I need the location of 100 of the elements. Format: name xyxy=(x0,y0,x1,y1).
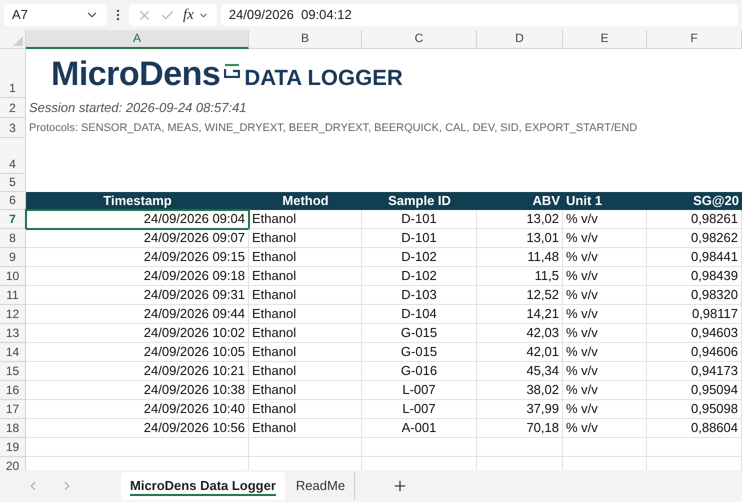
column-header[interactable]: F xyxy=(647,30,742,49)
table-cell: Ethanol xyxy=(249,419,362,438)
table-cell: % v/v xyxy=(563,286,647,305)
table-cell: Ethanol xyxy=(249,324,362,343)
table-cell: A-001 xyxy=(362,419,477,438)
table-header: Unit 1 xyxy=(563,192,647,210)
table-cell: 24/09/2026 09:15 xyxy=(26,248,249,267)
table-header: Method xyxy=(249,192,362,210)
table-cell: 38,02 xyxy=(477,381,563,400)
table-cell: 24/09/2026 09:07 xyxy=(26,229,249,248)
table-cell: 24/09/2026 10:56 xyxy=(26,419,249,438)
table-cell: % v/v xyxy=(563,381,647,400)
table-cell: % v/v xyxy=(563,248,647,267)
empty-cell[interactable] xyxy=(249,438,362,457)
column-header[interactable]: C xyxy=(362,30,477,49)
formula-field[interactable]: 24/09/2026 09:04:12 xyxy=(220,4,738,26)
table-cell: % v/v xyxy=(563,305,647,324)
table-cell: Ethanol xyxy=(249,400,362,419)
table-cell: % v/v xyxy=(563,400,647,419)
table-cell: 0,98261 xyxy=(647,210,742,229)
table-cell: % v/v xyxy=(563,229,647,248)
table-cell: 0,98441 xyxy=(647,248,742,267)
table-cell: 0,95098 xyxy=(647,400,742,419)
table-cell: 0,98117 xyxy=(647,305,742,324)
table-cell: 70,18 xyxy=(477,419,563,438)
table-cell: 0,95094 xyxy=(647,381,742,400)
table-cell: Ethanol xyxy=(249,381,362,400)
column-header[interactable]: D xyxy=(477,30,563,49)
table-cell: G-015 xyxy=(362,343,477,362)
select-all-icon[interactable] xyxy=(13,36,23,46)
table-cell: 0,94603 xyxy=(647,324,742,343)
table-cell: D-103 xyxy=(362,286,477,305)
table-cell: % v/v xyxy=(563,324,647,343)
table-cell: 13,01 xyxy=(477,229,563,248)
empty-cell[interactable] xyxy=(362,438,477,457)
table-cell: 42,01 xyxy=(477,343,563,362)
table-cell: 24/09/2026 10:21 xyxy=(26,362,249,381)
table-cell: Ethanol xyxy=(249,286,362,305)
table-header: Timestamp xyxy=(26,192,249,210)
table-cell: 14,21 xyxy=(477,305,563,324)
table-cell: 24/09/2026 09:04 xyxy=(26,210,249,229)
empty-cell[interactable] xyxy=(477,438,563,457)
function-button[interactable]: fx xyxy=(183,4,194,26)
table-header: Sample ID xyxy=(362,192,477,210)
table-cell: % v/v xyxy=(563,419,647,438)
table-cell: 24/09/2026 10:05 xyxy=(26,343,249,362)
table-cell: G-016 xyxy=(362,362,477,381)
table-cell: 0,94173 xyxy=(647,362,742,381)
table-cell: L-007 xyxy=(362,381,477,400)
table-cell: D-101 xyxy=(362,210,477,229)
table-cell: 13,02 xyxy=(477,210,563,229)
table-cell: D-102 xyxy=(362,248,477,267)
protocols-text: Protocols: SENSOR_DATA, MEAS, WINE_DRYEXT, BEER_DRYEXT, BEERQUICK, CAL, DEV, SID, EXPORT_START/END xyxy=(29,120,638,136)
table-cell: 24/09/2026 09:44 xyxy=(26,305,249,324)
table-cell: Ethanol xyxy=(249,229,362,248)
row-number[interactable]: 1 xyxy=(9,79,16,97)
table-cell: 0,98439 xyxy=(647,267,742,286)
table-cell: 24/09/2026 09:18 xyxy=(26,267,249,286)
table-cell: 42,03 xyxy=(477,324,563,343)
table-cell: % v/v xyxy=(563,362,647,381)
table-cell: D-104 xyxy=(362,305,477,324)
column-header[interactable]: B xyxy=(249,30,362,49)
column-header[interactable]: E xyxy=(563,30,647,49)
session-text: Session started: 2026-09-24 08:57:41 xyxy=(29,99,247,118)
table-cell: L-007 xyxy=(362,400,477,419)
table-cell: Ethanol xyxy=(249,343,362,362)
table-cell: 24/09/2026 10:40 xyxy=(26,400,249,419)
table-cell: D-102 xyxy=(362,267,477,286)
table-cell: 11,48 xyxy=(477,248,563,267)
table-header: ABV xyxy=(477,192,563,210)
table-cell: Ethanol xyxy=(249,362,362,381)
column-header[interactable]: A xyxy=(26,30,249,49)
table-cell: % v/v xyxy=(563,267,647,286)
table-cell: 24/09/2026 09:31 xyxy=(26,286,249,305)
table-cell: 45,34 xyxy=(477,362,563,381)
row-number[interactable]: 4 xyxy=(9,155,16,173)
name-box[interactable]: A7 xyxy=(4,4,107,26)
table-cell: G-015 xyxy=(362,324,477,343)
table-cell: Ethanol xyxy=(249,210,362,229)
table-cell: 0,98262 xyxy=(647,229,742,248)
sheet-tab[interactable]: ReadMe xyxy=(286,472,356,500)
table-cell: % v/v xyxy=(563,210,647,229)
table-cell: 24/09/2026 10:38 xyxy=(26,381,249,400)
table-cell: 0,98320 xyxy=(647,286,742,305)
table-cell: Ethanol xyxy=(249,248,362,267)
table-cell: 24/09/2026 10:02 xyxy=(26,324,249,343)
table-cell: Ethanol xyxy=(249,267,362,286)
table-cell: 0,94606 xyxy=(647,343,742,362)
table-header: SG@20 xyxy=(647,192,742,210)
logo-brand: MicroDens xyxy=(51,54,220,94)
logo-mark-icon xyxy=(224,64,240,78)
sheet-tab[interactable]: MicroDens Data Logger xyxy=(121,472,285,500)
table-cell: 12,52 xyxy=(477,286,563,305)
table-cell: % v/v xyxy=(563,343,647,362)
table-cell: 37,99 xyxy=(477,400,563,419)
empty-cell[interactable] xyxy=(563,438,647,457)
table-cell: Ethanol xyxy=(249,305,362,324)
empty-cell[interactable] xyxy=(647,438,742,457)
table-cell: 0,88604 xyxy=(647,419,742,438)
table-cell: D-101 xyxy=(362,229,477,248)
